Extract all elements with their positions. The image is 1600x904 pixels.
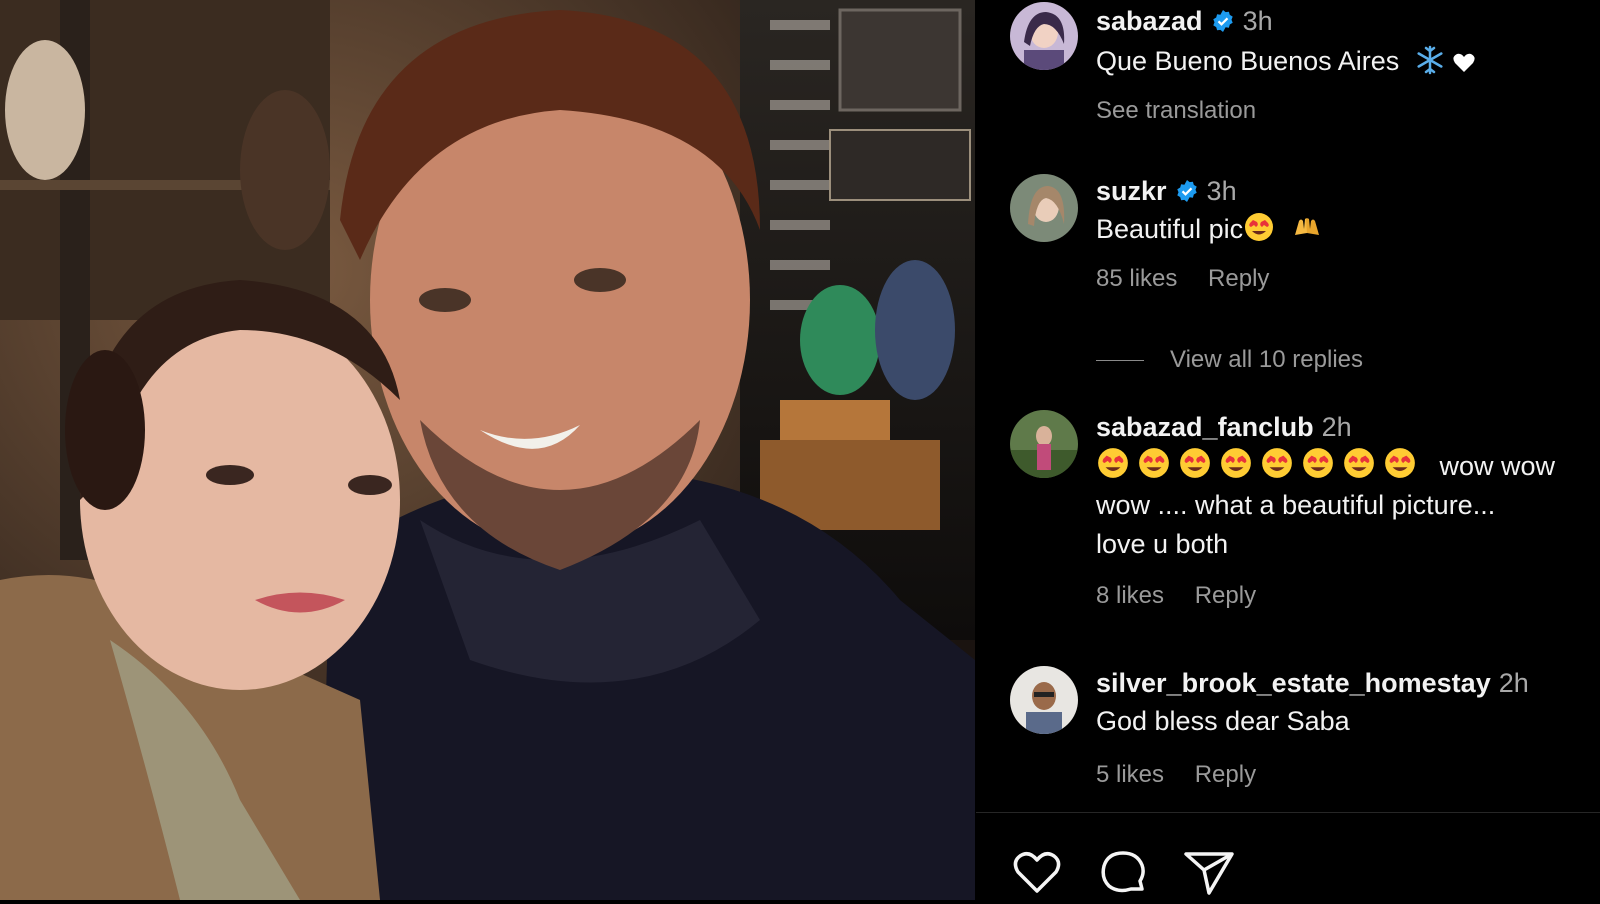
actions-divider — [976, 812, 1600, 813]
see-translation-link[interactable]: See translation — [1096, 97, 1576, 125]
verified-badge-icon — [1212, 10, 1233, 32]
replies-divider-line — [1096, 360, 1144, 362]
view-replies-link[interactable]: View all 10 replies — [1096, 346, 1363, 374]
comment-time: 2h — [1498, 668, 1529, 698]
heart-eyes-emoji-icon — [1344, 448, 1374, 478]
comment-username[interactable]: suzkr — [1096, 176, 1167, 206]
heart-eyes-emoji-row — [1096, 448, 1424, 481]
like-button[interactable] — [1010, 845, 1064, 899]
caption-username[interactable]: sabazad — [1096, 6, 1203, 36]
heart-eyes-emoji-icon — [1098, 448, 1128, 478]
comment-time: 3h — [1206, 176, 1237, 206]
avatar-image — [1010, 2, 1078, 70]
comment-text: God bless dear Saba — [1096, 706, 1350, 736]
comment-text: wow wow — [1439, 451, 1556, 481]
raised-hands-emoji-icon — [1294, 218, 1319, 235]
comment-likes[interactable]: 8 likes — [1096, 582, 1164, 609]
heart-eyes-emoji-icon — [1303, 448, 1333, 478]
avatar-suzkr[interactable] — [1010, 174, 1078, 242]
heart-eyes-emoji-icon — [1262, 448, 1292, 478]
heart-eyes-emoji-icon — [1385, 448, 1415, 478]
comment-time: 2h — [1321, 412, 1352, 442]
caption-text-line: Que Bueno Buenos Aires — [1096, 42, 1576, 81]
comment-meta: 85 likes Reply — [1096, 265, 1576, 293]
avatar-image — [1010, 410, 1078, 478]
share-button[interactable] — [1182, 845, 1236, 899]
snowflake-icon — [1417, 45, 1443, 75]
verified-badge-icon — [1176, 180, 1197, 202]
comment-meta: 8 likes Reply — [1096, 582, 1576, 610]
reply-button[interactable]: Reply — [1195, 582, 1256, 609]
avatar-image — [1010, 174, 1078, 242]
post-photo[interactable] — [0, 0, 975, 900]
comment-likes[interactable]: 85 likes — [1096, 265, 1177, 292]
heart-outline-icon — [1013, 852, 1061, 893]
comment-likes[interactable]: 5 likes — [1096, 761, 1164, 788]
reply-button[interactable]: Reply — [1195, 761, 1256, 788]
caption-time: 3h — [1242, 6, 1273, 36]
paper-plane-icon — [1184, 852, 1234, 895]
comment-text-line-3: love u both — [1096, 529, 1229, 559]
comment-button[interactable] — [1096, 845, 1150, 899]
heart-eyes-emoji-icon — [1221, 448, 1251, 478]
reply-button[interactable]: Reply — [1208, 265, 1269, 292]
comment-text: Beautiful pic — [1096, 214, 1244, 244]
avatar-sabazad-fanclub[interactable] — [1010, 410, 1078, 478]
avatar-image — [1010, 666, 1078, 734]
caption-text: Que Bueno Buenos Aires — [1096, 46, 1400, 76]
post-photo-illustration — [0, 0, 975, 900]
comment-text-line-2: wow .... what a beautiful picture... — [1096, 490, 1496, 520]
comment-username[interactable]: sabazad_fanclub — [1096, 412, 1314, 442]
heart-eyes-emoji-icon — [1139, 448, 1169, 478]
avatar-silver-brook[interactable] — [1010, 666, 1078, 734]
comment-bubble-icon — [1101, 851, 1145, 893]
white-heart-icon — [1453, 53, 1475, 72]
avatar-sabazad[interactable] — [1010, 2, 1078, 70]
comment-text-line: wow wow — [1096, 446, 1576, 486]
heart-eyes-emoji-icon — [1245, 213, 1274, 241]
comment-username[interactable]: silver_brook_estate_homestay — [1096, 668, 1491, 698]
comment-meta: 5 likes Reply — [1096, 761, 1576, 789]
comments-panel: sabazad 3h Que Bueno Buenos Aires See tra… — [976, 0, 1600, 900]
heart-eyes-emoji-icon — [1180, 448, 1210, 478]
view-replies-label: View all 10 replies — [1170, 346, 1363, 373]
comment-text-line: Beautiful pic — [1096, 210, 1576, 249]
